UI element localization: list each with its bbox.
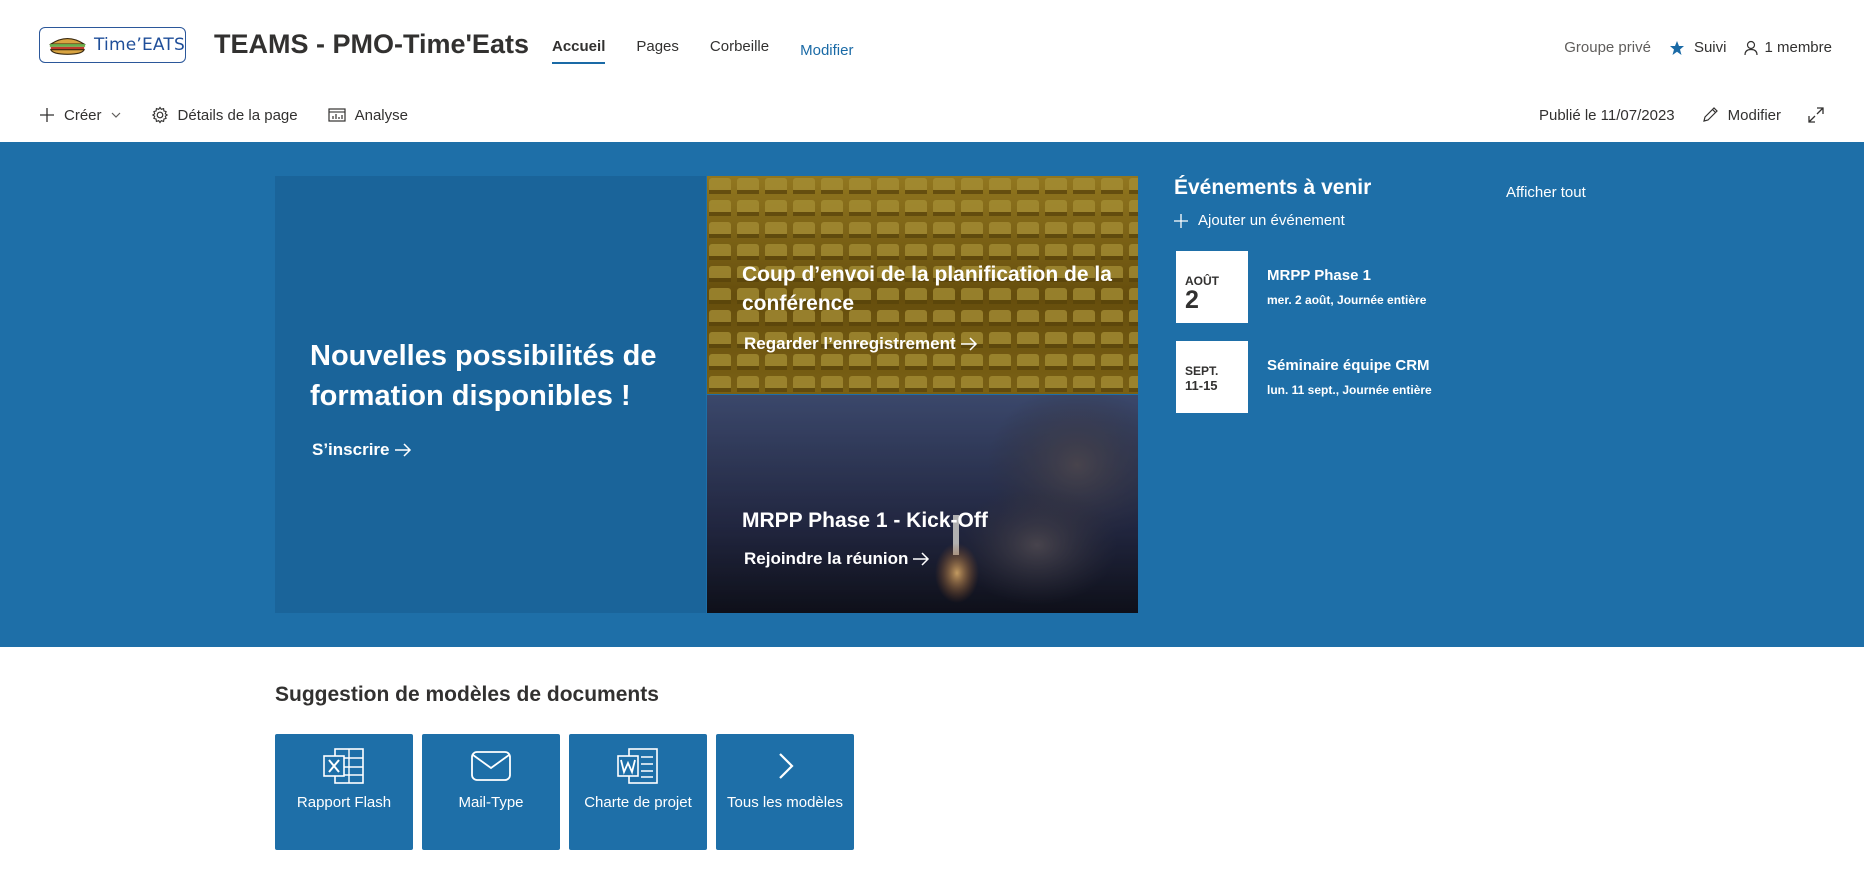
event-item[interactable]: SEPT. 11-15 Séminaire équipe CRM lun. 11… xyxy=(1174,341,1594,413)
page-details-label: Détails de la page xyxy=(177,106,298,124)
nav-item-corbeille[interactable]: Corbeille xyxy=(710,38,769,68)
template-label: Tous les modèles xyxy=(727,794,843,811)
expand-icon xyxy=(1808,107,1824,123)
event-name: MRPP Phase 1 xyxy=(1267,267,1371,284)
edit-page-button[interactable]: Modifier xyxy=(1701,106,1781,124)
site-logo[interactable]: Time’EATS xyxy=(39,27,186,63)
template-label: Charte de projet xyxy=(584,794,692,811)
plus-icon xyxy=(40,108,54,122)
logo-text: Time’EATS xyxy=(93,35,185,55)
hero-main-link-label: S’inscrire xyxy=(312,440,390,459)
mail-icon xyxy=(471,751,511,781)
command-bar: Créer Détails de la page Analyse Publié … xyxy=(0,100,1864,142)
site-title[interactable]: TEAMS - PMO-Time'Eats xyxy=(214,29,529,60)
create-button[interactable]: Créer xyxy=(39,107,121,124)
hero-tile-conference-title: Coup d’envoi de la planification de la c… xyxy=(742,263,1112,315)
event-day: 2 xyxy=(1185,286,1199,314)
event-date-badge: AOÛT 2 xyxy=(1176,251,1248,323)
nav-item-accueil[interactable]: Accueil xyxy=(552,38,606,68)
events-show-all-link[interactable]: Afficher tout xyxy=(1506,184,1586,201)
pencil-icon xyxy=(1702,107,1718,122)
header-actions: Groupe privé Suivi 1 membre xyxy=(1546,39,1832,56)
templates-tiles: Rapport Flash Mail-Type Charte de projet… xyxy=(275,734,863,850)
site-header: Time’EATS TEAMS - PMO-Time'Eats Accueil … xyxy=(0,0,1864,100)
plus-icon xyxy=(1174,213,1188,228)
sandwich-icon xyxy=(48,37,87,55)
template-label: Mail-Type xyxy=(458,794,524,811)
published-date: Publié le 11/07/2023 xyxy=(1538,106,1675,124)
event-name: Séminaire équipe CRM xyxy=(1267,357,1430,374)
person-icon xyxy=(1744,40,1759,55)
word-icon xyxy=(617,748,658,784)
group-privacy-label: Groupe privé xyxy=(1564,39,1651,56)
templates-section-title: Suggestion de modèles de documents xyxy=(275,683,659,706)
chevron-right-icon xyxy=(779,753,794,779)
event-date-detail: lun. 11 sept., Journée entière xyxy=(1267,383,1432,397)
expand-button[interactable] xyxy=(1807,106,1834,124)
page-details-button[interactable]: Détails de la page xyxy=(151,106,298,124)
nav-edit-link[interactable]: Modifier xyxy=(800,42,853,72)
arrow-right-icon xyxy=(394,443,411,457)
follow-button[interactable]: Suivi xyxy=(1669,39,1727,56)
hero-tile-conference-link-label: Regarder l’enregistrement xyxy=(744,334,956,353)
rocket-launch-image xyxy=(707,395,1138,613)
arrow-right-icon xyxy=(913,552,930,566)
star-icon xyxy=(1669,40,1684,55)
template-label: Rapport Flash xyxy=(296,794,392,811)
analytics-icon xyxy=(328,108,346,122)
event-item[interactable]: AOÛT 2 MRPP Phase 1 mer. 2 août, Journée… xyxy=(1174,251,1594,323)
site-nav: Accueil Pages Corbeille Modifier xyxy=(552,38,884,72)
hero-tile-kickoff-title: MRPP Phase 1 - Kick-Off xyxy=(742,509,988,532)
event-day: 11-15 xyxy=(1185,378,1218,393)
excel-icon xyxy=(323,748,364,784)
analytics-button[interactable]: Analyse xyxy=(328,107,408,124)
event-date-detail: mer. 2 août, Journée entière xyxy=(1267,293,1427,307)
members-label: 1 membre xyxy=(1764,39,1832,56)
create-label: Créer xyxy=(64,106,102,124)
nav-item-pages[interactable]: Pages xyxy=(636,38,679,68)
gear-icon xyxy=(151,106,168,124)
hero-tile-kickoff-link[interactable]: Rejoindre la réunion xyxy=(744,549,930,569)
hero-main-link[interactable]: S’inscrire xyxy=(312,440,412,460)
template-tile-charte-projet[interactable]: Charte de projet xyxy=(569,734,707,850)
event-date-badge: SEPT. 11-15 xyxy=(1176,341,1248,413)
arrow-right-icon xyxy=(960,337,977,351)
hero-main-title: Nouvelles possibilités de formation disp… xyxy=(310,340,657,412)
edit-page-label: Modifier xyxy=(1727,106,1781,124)
hero-tile-conference-link[interactable]: Regarder l’enregistrement xyxy=(744,334,978,354)
events-webpart: Événements à venir Afficher tout Ajouter… xyxy=(1174,176,1594,413)
event-month: SEPT. xyxy=(1185,364,1219,378)
analytics-label: Analyse xyxy=(354,106,408,124)
template-tile-mail-type[interactable]: Mail-Type xyxy=(422,734,560,850)
hero-tile-conference[interactable]: Coup d’envoi de la planification de la c… xyxy=(707,176,1138,394)
follow-label: Suivi xyxy=(1693,39,1727,56)
add-event-label: Ajouter un événement xyxy=(1198,212,1345,229)
members-button[interactable]: 1 membre xyxy=(1744,39,1832,56)
hero-tile-kickoff[interactable]: MRPP Phase 1 - Kick-Off Rejoindre la réu… xyxy=(707,395,1138,613)
chevron-down-icon xyxy=(111,112,120,118)
template-tile-rapport-flash[interactable]: Rapport Flash xyxy=(275,734,413,850)
template-tile-all[interactable]: Tous les modèles xyxy=(716,734,854,850)
hero-main-tile[interactable]: Nouvelles possibilités de formation disp… xyxy=(275,176,706,613)
hero-tile-kickoff-link-label: Rejoindre la réunion xyxy=(744,549,909,568)
hero-section: Nouvelles possibilités de formation disp… xyxy=(0,142,1864,647)
add-event-button[interactable]: Ajouter un événement xyxy=(1174,212,1594,229)
